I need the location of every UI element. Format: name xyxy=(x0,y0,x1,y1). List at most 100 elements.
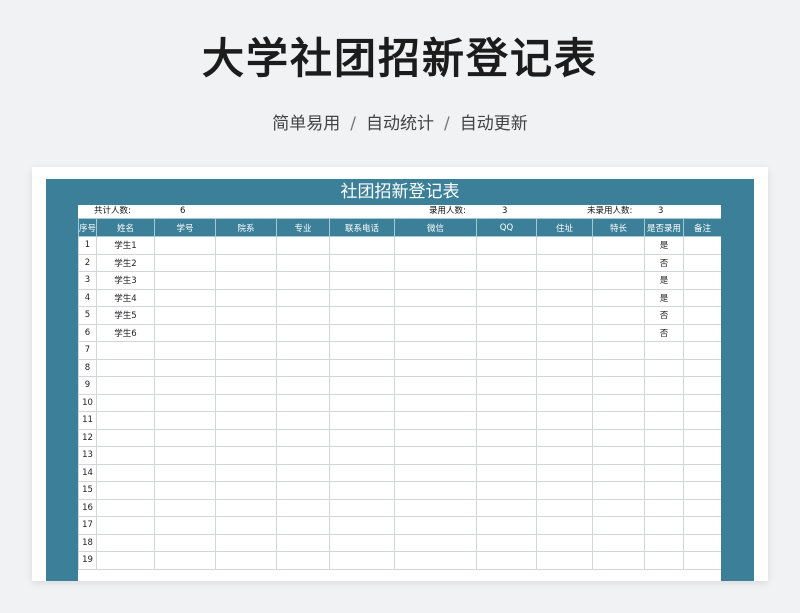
table-cell[interactable] xyxy=(215,306,277,325)
table-cell[interactable] xyxy=(476,463,537,482)
table-cell[interactable]: 12 xyxy=(78,428,97,447)
table-cell[interactable] xyxy=(329,446,395,465)
table-cell[interactable] xyxy=(154,288,216,307)
table-cell[interactable] xyxy=(644,376,684,395)
column-header[interactable]: 微信 xyxy=(394,218,477,237)
table-cell[interactable] xyxy=(592,393,645,412)
table-cell[interactable] xyxy=(96,516,155,535)
table-cell[interactable] xyxy=(476,288,537,307)
table-cell[interactable] xyxy=(644,463,684,482)
table-cell[interactable] xyxy=(683,498,721,517)
column-header[interactable]: 联系电话 xyxy=(329,218,395,237)
table-cell[interactable] xyxy=(276,323,330,342)
table-cell[interactable] xyxy=(394,533,477,552)
table-cell[interactable] xyxy=(276,533,330,552)
table-cell[interactable] xyxy=(394,516,477,535)
column-header[interactable]: 特长 xyxy=(592,218,645,237)
table-cell[interactable]: 否 xyxy=(644,323,684,342)
table-cell[interactable] xyxy=(683,446,721,465)
table-cell[interactable] xyxy=(154,376,216,395)
table-cell[interactable] xyxy=(276,358,330,377)
table-cell[interactable] xyxy=(96,393,155,412)
table-cell[interactable]: 18 xyxy=(78,533,97,552)
table-cell[interactable] xyxy=(476,516,537,535)
table-cell[interactable] xyxy=(536,236,593,255)
table-cell[interactable] xyxy=(592,551,645,570)
table-cell[interactable] xyxy=(215,323,277,342)
table-cell[interactable] xyxy=(276,481,330,500)
table-cell[interactable] xyxy=(394,271,477,290)
table-cell[interactable] xyxy=(644,551,684,570)
table-cell[interactable] xyxy=(536,341,593,360)
table-cell[interactable] xyxy=(592,481,645,500)
column-header[interactable]: 序号 xyxy=(78,218,97,237)
table-cell[interactable] xyxy=(276,341,330,360)
table-cell[interactable] xyxy=(329,376,395,395)
table-cell[interactable] xyxy=(683,341,721,360)
table-cell[interactable] xyxy=(96,341,155,360)
table-cell[interactable] xyxy=(276,393,330,412)
table-cell[interactable] xyxy=(592,271,645,290)
table-cell[interactable] xyxy=(154,498,216,517)
table-cell[interactable] xyxy=(683,376,721,395)
table-cell[interactable] xyxy=(644,481,684,500)
table-cell[interactable] xyxy=(96,428,155,447)
table-cell[interactable] xyxy=(536,428,593,447)
table-cell[interactable] xyxy=(215,358,277,377)
table-cell[interactable] xyxy=(644,533,684,552)
table-cell[interactable] xyxy=(644,393,684,412)
table-cell[interactable] xyxy=(644,358,684,377)
table-cell[interactable]: 否 xyxy=(644,306,684,325)
table-cell[interactable] xyxy=(683,393,721,412)
table-cell[interactable] xyxy=(329,551,395,570)
table-cell[interactable] xyxy=(215,376,277,395)
table-cell[interactable] xyxy=(394,236,477,255)
table-cell[interactable] xyxy=(154,551,216,570)
table-cell[interactable] xyxy=(154,253,216,272)
table-cell[interactable] xyxy=(592,236,645,255)
table-cell[interactable] xyxy=(154,446,216,465)
table-cell[interactable] xyxy=(96,533,155,552)
table-cell[interactable] xyxy=(536,516,593,535)
table-cell[interactable] xyxy=(683,551,721,570)
table-cell[interactable]: 学生5 xyxy=(96,306,155,325)
table-cell[interactable] xyxy=(536,358,593,377)
table-cell[interactable]: 是 xyxy=(644,288,684,307)
table-cell[interactable] xyxy=(476,446,537,465)
table-cell[interactable] xyxy=(154,411,216,430)
table-cell[interactable] xyxy=(592,446,645,465)
table-cell[interactable] xyxy=(96,498,155,517)
table-cell[interactable] xyxy=(394,358,477,377)
table-cell[interactable] xyxy=(276,463,330,482)
table-cell[interactable]: 8 xyxy=(78,358,97,377)
table-cell[interactable] xyxy=(276,271,330,290)
table-cell[interactable] xyxy=(592,323,645,342)
table-cell[interactable] xyxy=(154,481,216,500)
table-cell[interactable]: 13 xyxy=(78,446,97,465)
table-cell[interactable] xyxy=(536,271,593,290)
table-cell[interactable]: 学生6 xyxy=(96,323,155,342)
table-cell[interactable] xyxy=(592,411,645,430)
table-cell[interactable] xyxy=(536,253,593,272)
table-cell[interactable] xyxy=(644,516,684,535)
table-cell[interactable] xyxy=(476,428,537,447)
table-cell[interactable]: 3 xyxy=(78,271,97,290)
table-cell[interactable] xyxy=(536,533,593,552)
table-cell[interactable] xyxy=(154,306,216,325)
table-cell[interactable] xyxy=(644,411,684,430)
table-cell[interactable] xyxy=(592,428,645,447)
table-cell[interactable] xyxy=(476,481,537,500)
table-cell[interactable] xyxy=(476,498,537,517)
table-cell[interactable] xyxy=(96,551,155,570)
table-cell[interactable]: 15 xyxy=(78,481,97,500)
column-header[interactable]: 专业 xyxy=(276,218,330,237)
column-header[interactable]: 姓名 xyxy=(96,218,155,237)
table-cell[interactable] xyxy=(683,271,721,290)
table-cell[interactable] xyxy=(215,341,277,360)
table-cell[interactable] xyxy=(592,533,645,552)
table-cell[interactable] xyxy=(215,428,277,447)
table-cell[interactable] xyxy=(592,253,645,272)
table-cell[interactable]: 学生3 xyxy=(96,271,155,290)
table-cell[interactable]: 19 xyxy=(78,551,97,570)
table-cell[interactable] xyxy=(536,463,593,482)
